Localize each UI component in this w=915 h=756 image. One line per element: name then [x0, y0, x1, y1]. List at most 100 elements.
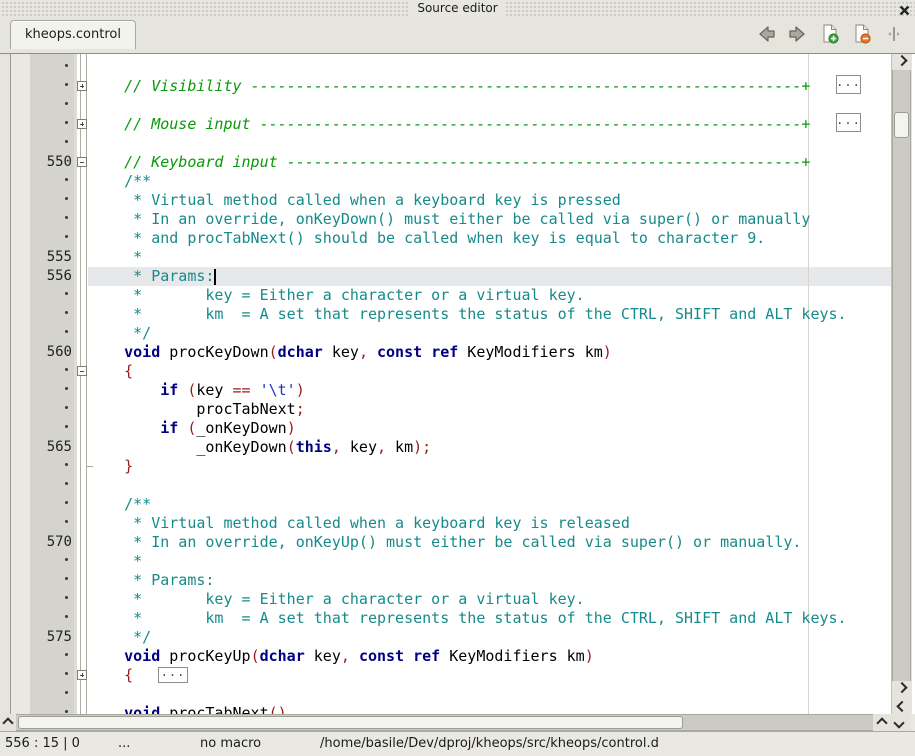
title-bar[interactable]: Source editor	[0, 0, 915, 17]
line-dot	[30, 457, 72, 476]
line-dot-marker	[65, 501, 68, 504]
line-dot-marker	[65, 691, 68, 694]
line-dot	[30, 286, 72, 305]
code-line[interactable]: void procTabNext()	[88, 704, 287, 714]
code-line[interactable]: *	[88, 248, 142, 267]
line-dot-marker	[65, 330, 68, 333]
code-line[interactable]: * Params:	[88, 571, 214, 590]
line-dot-marker	[65, 102, 68, 105]
code-line[interactable]: * Virtual method called when a keyboard …	[88, 514, 630, 533]
code-line[interactable]: if (_onKeyDown)	[88, 419, 296, 438]
code-line[interactable]: /**	[88, 172, 151, 191]
fold-collapsed-marker[interactable]: ...	[836, 113, 861, 132]
line-dot	[30, 77, 72, 96]
scroll-up-button[interactable]	[892, 54, 911, 70]
code-line[interactable]: * and procTabNext() should be called whe…	[88, 229, 765, 248]
code-line[interactable]: {	[88, 362, 133, 381]
code-line[interactable]: *	[88, 552, 142, 571]
code-line[interactable]: // Visibility --------------------------…	[88, 77, 810, 96]
line-dot	[30, 324, 72, 343]
go-back-button[interactable]	[755, 23, 777, 45]
line-dot-marker	[65, 558, 68, 561]
code-line[interactable]: /**	[88, 495, 151, 514]
line-dot	[30, 609, 72, 628]
code-line[interactable]: */	[88, 628, 151, 647]
code-line[interactable]: void procKeyDown(dchar key, const ref Ke…	[88, 343, 612, 362]
line-dot	[30, 476, 72, 495]
fold-expand-box[interactable]	[77, 81, 87, 91]
chevron-down-icon	[896, 701, 907, 712]
status-bar: 556 : 15 | 0 ... no macro /home/basile/D…	[0, 731, 915, 756]
code-line[interactable]: */	[88, 324, 151, 343]
line-dot	[30, 362, 72, 381]
code-line[interactable]: * km = A set that represents the status …	[88, 609, 847, 628]
code-line[interactable]: {	[88, 666, 133, 685]
code-line[interactable]: * km = A set that represents the status …	[88, 305, 847, 324]
fold-collapsed-marker[interactable]: ...	[836, 75, 861, 94]
code-line[interactable]: * In an override, onKeyUp() must either …	[88, 533, 801, 552]
line-dot	[30, 115, 72, 134]
fold-collapse-box[interactable]	[77, 366, 87, 376]
line-dot-marker	[65, 425, 68, 428]
code-line[interactable]: // Keyboard input ----------------------…	[88, 153, 810, 172]
line-dot	[30, 571, 72, 590]
line-dot	[30, 666, 72, 685]
go-forward-icon	[787, 23, 809, 45]
code-line[interactable]: * In an override, onKeyDown() must eithe…	[88, 210, 810, 229]
fold-expand-box[interactable]	[77, 670, 87, 680]
fold-collapsed-marker[interactable]: ...	[158, 667, 188, 683]
line-dot-marker	[65, 653, 68, 656]
go-forward-button[interactable]	[787, 23, 809, 45]
selection-info: ...	[118, 732, 130, 756]
vertical-scrollbar-track[interactable]	[892, 70, 911, 681]
vertical-scrollbar-thumb[interactable]	[894, 112, 909, 138]
chevron-left-icon	[876, 717, 887, 728]
code-line[interactable]: * Virtual method called when a keyboard …	[88, 191, 621, 210]
line-dot-marker	[65, 121, 68, 124]
code-line[interactable]: * key = Either a character or a virtual …	[88, 286, 585, 305]
line-dot	[30, 685, 72, 704]
scroll-down-button[interactable]	[892, 697, 911, 713]
code-line[interactable]: }	[88, 457, 133, 476]
line-dot	[30, 172, 72, 191]
line-dot	[30, 647, 72, 666]
add-document-button[interactable]	[819, 23, 841, 45]
fold-expand-box[interactable]	[77, 119, 87, 129]
line-dot	[30, 229, 72, 248]
line-number: 560	[30, 343, 72, 362]
code-line[interactable]: _onKeyDown(this, key, km);	[88, 438, 431, 457]
code-line[interactable]: * key = Either a character or a virtual …	[88, 590, 585, 609]
chevron-left-icon	[2, 717, 13, 728]
line-dot-marker	[65, 216, 68, 219]
horizontal-scrollbar-thumb[interactable]	[18, 716, 683, 729]
scroll-up-button-bottom[interactable]	[892, 681, 911, 697]
scroll-left-button-right[interactable]	[873, 714, 890, 731]
code-line[interactable]: * Params:	[88, 267, 214, 286]
line-dot	[30, 590, 72, 609]
line-number: 555	[30, 248, 72, 267]
close-icon[interactable]	[898, 2, 911, 15]
remove-document-icon	[851, 23, 873, 45]
code-line[interactable]: if (key == '\t')	[88, 381, 305, 400]
detach-editor-icon	[885, 23, 903, 45]
code-line[interactable]: procTabNext;	[88, 400, 305, 419]
code-line[interactable]: void procKeyUp(dchar key, const ref KeyM…	[88, 647, 594, 666]
code-line[interactable]: // Mouse input -------------------------…	[88, 115, 810, 134]
text-caret	[214, 269, 216, 285]
line-dot	[30, 58, 72, 77]
scroll-left-button[interactable]	[0, 714, 16, 731]
ellipsis-icon: ...	[161, 669, 186, 675]
fold-collapse-box[interactable]	[77, 157, 87, 167]
detach-editor-button[interactable]	[883, 23, 905, 45]
tab-kheops-control[interactable]: kheops.control	[10, 20, 136, 49]
line-dot-marker	[65, 178, 68, 181]
line-dot-marker	[65, 710, 68, 713]
add-document-icon	[819, 23, 841, 45]
file-path: /home/basile/Dev/dproj/kheops/src/kheops…	[320, 732, 659, 756]
line-dot-marker	[65, 577, 68, 580]
code-view[interactable]: // Visibility --------------------------…	[0, 54, 891, 714]
go-back-icon	[755, 23, 777, 45]
remove-document-button[interactable]	[851, 23, 873, 45]
line-number: 565	[30, 438, 72, 457]
scroll-right-button[interactable]	[890, 714, 907, 731]
